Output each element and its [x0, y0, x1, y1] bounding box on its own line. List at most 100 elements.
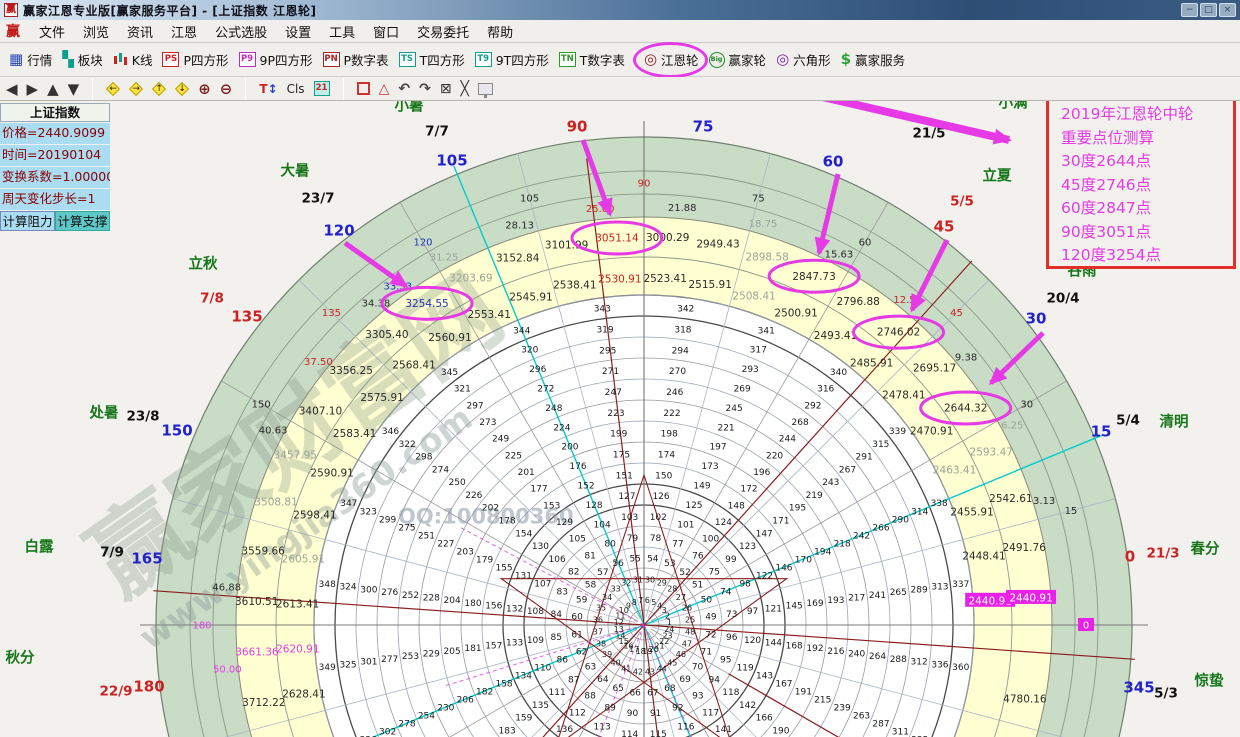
inner-price-label: 2493.41 — [814, 330, 857, 342]
spiral-number: 345 — [441, 368, 458, 378]
spiral-number: 206 — [457, 696, 474, 706]
solar-date-label: 7/8 — [200, 291, 224, 307]
menu-item-文件[interactable]: 文件 — [30, 24, 74, 43]
forward-icon[interactable]: ▶ — [27, 80, 39, 98]
toolbar-button-t-square[interactable]: TST四方形 — [394, 47, 470, 72]
inner-price-label: 2620.91 — [276, 644, 319, 656]
spiral-number: 344 — [513, 326, 530, 336]
spiral-number: 223 — [607, 409, 624, 419]
toolbar-button-winner-wheel[interactable]: Big赢家轮 — [704, 47, 772, 72]
cross-tool-icon[interactable]: ╳ — [461, 81, 469, 97]
toolbar-button-9t-square[interactable]: T99T四方形 — [470, 47, 554, 72]
toolbar-button-winner-service[interactable]: $赢家服务 — [836, 47, 910, 72]
triangle-tool-icon[interactable]: △ — [379, 81, 390, 97]
spiral-number: 179 — [476, 555, 493, 565]
zoom-out-icon[interactable]: ⊖ — [220, 80, 233, 98]
calc-resistance-button[interactable]: 计算阻力 — [0, 211, 55, 231]
menu-item-工具[interactable]: 工具 — [320, 24, 364, 43]
cls-button[interactable]: Cls — [287, 82, 305, 96]
zoom-in-icon[interactable]: ⊕ — [198, 80, 211, 98]
outer-price-label: 2542.61 — [989, 493, 1032, 505]
pointer-up-icon[interactable]: ▲ — [47, 80, 59, 98]
percent-label: 12.50 — [893, 295, 922, 306]
menu-item-设置[interactable]: 设置 — [276, 24, 320, 43]
toolbar-button-p-table[interactable]: PNP数字表 — [318, 47, 394, 72]
spiral-number: 99 — [725, 555, 737, 565]
spiral-number: 126 — [652, 492, 669, 502]
annotation-line: 30度2644点 — [1061, 150, 1233, 174]
menu-item-公式选股[interactable]: 公式选股 — [206, 24, 276, 43]
spiral-number: 296 — [529, 365, 546, 375]
menu-item-资讯[interactable]: 资讯 — [118, 24, 162, 43]
annotation-box: 2019年江恩轮中轮重要点位测算30度2644点45度2746点60度2847点… — [1046, 96, 1236, 269]
percent-label: 9.38 — [955, 352, 977, 363]
degree-label: 105 — [520, 194, 539, 205]
menu-item-帮助[interactable]: 帮助 — [478, 24, 522, 43]
spiral-number: 168 — [786, 641, 803, 651]
restore-button[interactable]: □ — [1200, 3, 1217, 17]
spiral-number: 248 — [545, 404, 562, 414]
spiral-number: 97 — [747, 607, 758, 617]
percent-label: 33.33 — [383, 281, 412, 292]
spiral-number: 31 — [633, 575, 643, 584]
diamond-down-icon[interactable]: ↓ — [175, 82, 189, 96]
toolbar-button-sectors[interactable]: ▚板块 — [57, 47, 108, 72]
solar-term-label: 处暑 — [89, 404, 119, 422]
rect-tool-icon[interactable] — [357, 82, 370, 95]
toolbar-label: 赢家服务 — [855, 50, 905, 69]
t-updown-icon[interactable]: T↕ — [259, 82, 277, 96]
spiral-number: 323 — [360, 507, 377, 517]
spiral-number: 348 — [319, 580, 336, 590]
spiral-number: 147 — [756, 529, 773, 539]
boxed-x-icon[interactable]: ⊠ — [440, 81, 452, 97]
spiral-number: 190 — [772, 727, 789, 737]
info-row: 价格=2440.9099 — [0, 123, 110, 144]
stock-info-panel: 上证指数 价格=2440.9099时间=20190104变换系数=1.00000… — [0, 103, 110, 231]
calc-support-button[interactable]: 计算支撑 — [55, 211, 110, 231]
diamond-right-icon[interactable]: → — [129, 82, 143, 96]
toolbar-button-quotes[interactable]: ▦行情 — [4, 47, 57, 72]
menu-item-浏览[interactable]: 浏览 — [74, 24, 118, 43]
toolbar-button-gann-wheel[interactable]: ◎江恩轮 — [639, 47, 704, 72]
solar-term-label: 大暑 — [281, 162, 310, 180]
close-button[interactable]: × — [1219, 3, 1236, 17]
spiral-number: 181 — [464, 644, 481, 654]
spiral-number: 105 — [569, 535, 586, 545]
pointer-down-icon[interactable]: ▼ — [68, 80, 80, 98]
toolbar-button-p-square[interactable]: PSP四方形 — [157, 47, 233, 72]
rim-degree-label: 120 — [323, 222, 354, 240]
diamond-left-icon[interactable]: ← — [106, 82, 120, 96]
spiral-number: 88 — [584, 692, 596, 702]
spiral-number: 106 — [549, 555, 566, 565]
spiral-number: 294 — [672, 346, 689, 356]
outer-price-label: 2440.91 — [1009, 592, 1052, 604]
spiral-number: 121 — [765, 604, 782, 614]
toolbar-button-t-table[interactable]: TNT数字表 — [554, 47, 630, 72]
inner-price-label: 2545.91 — [509, 291, 552, 303]
minimize-button[interactable]: − — [1181, 3, 1198, 17]
toolbar-button-9p-square[interactable]: P99P四方形 — [234, 47, 318, 72]
menu-item-窗口[interactable]: 窗口 — [364, 24, 408, 43]
spiral-number: 295 — [599, 346, 616, 356]
toolbar-button-kline[interactable]: K线 — [108, 47, 158, 72]
toolbar-button-hexagon[interactable]: ◎六角形 — [771, 47, 836, 72]
screen-icon[interactable] — [478, 83, 493, 95]
menu-item-江恩[interactable]: 江恩 — [162, 24, 206, 43]
spiral-number: 268 — [792, 418, 809, 428]
spiral-number: 80 — [604, 540, 616, 550]
diamond-up-icon[interactable]: ↑ — [152, 82, 166, 96]
rotate-cw-icon[interactable]: ↷ — [419, 81, 431, 97]
spiral-number: 199 — [610, 430, 627, 440]
outer-price-label: 3457.95 — [274, 449, 317, 461]
spiral-number: 101 — [677, 520, 694, 530]
back-icon[interactable]: ◀ — [6, 80, 18, 98]
spiral-number: 297 — [466, 401, 483, 411]
menu-item-交易委托[interactable]: 交易委托 — [408, 24, 478, 43]
spiral-number: 116 — [677, 723, 694, 733]
calendar-icon[interactable]: 21 — [314, 81, 330, 96]
rotate-ccw-icon[interactable]: ↶ — [398, 81, 410, 97]
stock-name: 上证指数 — [0, 103, 110, 122]
spiral-number: 217 — [848, 594, 865, 604]
rim-degree-label: 180 — [133, 678, 164, 696]
spiral-number: 183 — [499, 727, 516, 737]
